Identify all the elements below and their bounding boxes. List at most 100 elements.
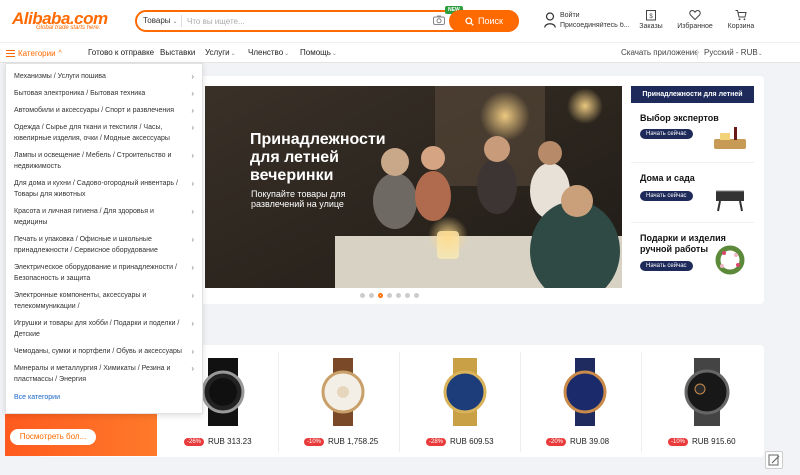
discount-badge: -10% (304, 438, 325, 446)
category-item[interactable]: Лампы и освещение / Мебель / Строительст… (6, 147, 202, 175)
get-app-link[interactable]: Скачать приложение (621, 48, 699, 57)
carousel-dot[interactable] (387, 293, 392, 298)
expert-choice-tile[interactable]: Выбор экспертов Начать сейчас (631, 103, 754, 163)
product-price: RUB 313.23 (208, 437, 252, 446)
all-categories-link[interactable]: Все категории (6, 388, 202, 407)
divider (641, 352, 642, 452)
chevron-right-icon: › (191, 151, 194, 160)
category-item[interactable]: Чемоданы, сумки и портфели / Обувь и акс… (6, 343, 202, 360)
nav-help[interactable]: Помощь⌄ (300, 48, 337, 57)
watch-image (321, 358, 365, 426)
orders-link[interactable]: $ Заказы (631, 9, 671, 30)
product-card[interactable]: -28% RUB 609.53 (410, 352, 520, 456)
category-item[interactable]: Минералы и металлургия / Химикаты / Рези… (6, 360, 202, 388)
category-dropdown: Механизмы / Услуги пошива › Бытовая элект… (5, 63, 203, 414)
carousel-dot-active[interactable] (378, 293, 383, 298)
cart-link[interactable]: Корзина (721, 9, 761, 30)
product-price: RUB 39.08 (570, 437, 610, 446)
nav-trade-shows[interactable]: Выставки (160, 48, 195, 57)
category-item[interactable]: Автомобили и аксессуары / Спорт и развле… (6, 102, 202, 119)
start-now-button[interactable]: Начать сейчас (640, 191, 693, 201)
logo-tagline: Global trade starts here. (36, 25, 101, 31)
product-card[interactable]: -10% RUB 915.60 (652, 352, 762, 456)
nav-services[interactable]: Услуги⌄ (205, 48, 236, 57)
svg-text:$: $ (649, 14, 653, 20)
categories-button[interactable]: Категории ^ (6, 43, 76, 64)
join-label: Присоединяйтесь б... (560, 22, 630, 29)
start-now-button[interactable]: Начать сейчас (640, 261, 693, 271)
discount-badge: -10% (668, 438, 689, 446)
product-price: RUB 915.60 (692, 437, 736, 446)
orders-label: Заказы (639, 23, 663, 30)
cart-label: Корзина (727, 23, 755, 30)
signin-label: Войти (560, 12, 580, 19)
chevron-right-icon: › (191, 319, 194, 328)
favorites-link[interactable]: Избранное (675, 9, 715, 30)
discount-badge: -26% (184, 438, 205, 446)
start-now-button[interactable]: Начать сейчас (640, 129, 693, 139)
search-category-select[interactable]: Товары ⌄ (143, 16, 178, 25)
feedback-icon[interactable] (765, 451, 783, 469)
chevron-right-icon: › (191, 347, 194, 356)
product-card[interactable]: -10% RUB 1,758.25 (288, 352, 398, 456)
orders-icon: $ (646, 10, 656, 21)
edit-icon (768, 454, 780, 466)
chevron-right-icon: › (191, 364, 194, 373)
category-item[interactable]: Игрушки и товары для хобби / Подарки и п… (6, 315, 202, 343)
search-bar: Товары⌄ NEW Поиск (135, 6, 519, 32)
carousel-dot[interactable] (396, 293, 401, 298)
view-more-button[interactable]: Посмотреть бол... (10, 429, 96, 445)
divider (278, 352, 279, 452)
user-icon (544, 12, 556, 28)
language-currency-select[interactable]: Русский - RUB⌄ (704, 48, 763, 57)
favorites-label: Избранное (677, 23, 713, 30)
cart-icon (735, 10, 747, 21)
chevron-right-icon: › (191, 207, 194, 216)
search-input[interactable] (187, 14, 427, 28)
categories-label: Категории (18, 49, 56, 58)
wreath-image (715, 245, 745, 275)
heart-icon (689, 9, 701, 21)
panel-header: Принадлежности для летней (631, 86, 754, 103)
banner-subtitle: Покупайте товары для развлечений на улиц… (251, 189, 346, 209)
category-item[interactable]: Одежда / Сырье для ткани и текстиля / Ча… (6, 119, 202, 147)
chevron-right-icon: › (191, 263, 194, 272)
camera-icon[interactable] (433, 15, 445, 25)
header: Alibaba.com Global trade starts here. То… (0, 0, 800, 42)
category-item[interactable]: Электрическое оборудование и принадлежно… (6, 259, 202, 287)
nav-ready-to-ship[interactable]: Готово к отправке (88, 48, 154, 57)
nav-membership[interactable]: Членство⌄ (248, 48, 289, 57)
discount-badge: -28% (426, 438, 447, 446)
chevron-right-icon: › (191, 106, 194, 115)
chevron-right-icon: › (191, 235, 194, 244)
carousel-dots (360, 293, 419, 298)
chevron-right-icon: › (191, 72, 194, 81)
carousel-dot[interactable] (414, 293, 419, 298)
alibaba-logo[interactable]: Alibaba.com Global trade starts here. (12, 7, 112, 35)
nav-bar: Категории ^ Готово к отправке Выставки У… (0, 42, 800, 63)
search-icon (465, 16, 474, 26)
divider (520, 352, 521, 452)
carousel-dot[interactable] (360, 293, 365, 298)
hero-banner[interactable]: Принадлежности для летней вечеринки Поку… (205, 86, 622, 288)
carousel-dot[interactable] (369, 293, 374, 298)
grill-image (716, 190, 744, 212)
category-item[interactable]: Бытовая электроника / Бытовая техника › (6, 85, 202, 102)
party-photo (205, 86, 622, 288)
category-item[interactable]: Электронные компоненты, аксессуары и тел… (6, 287, 202, 315)
carousel-dot[interactable] (405, 293, 410, 298)
watch-image (443, 358, 487, 426)
gifts-crafts-tile[interactable]: Подарки и изделия ручной работы Начать с… (631, 223, 754, 283)
search-button[interactable]: Поиск (449, 10, 519, 32)
product-card[interactable]: -20% RUB 39.08 (530, 352, 640, 456)
chevron-right-icon: › (191, 89, 194, 98)
product-price: RUB 609.53 (450, 437, 494, 446)
watch-image (684, 358, 730, 426)
signin-link[interactable]: Войти Присоединяйтесь б... (544, 10, 634, 34)
category-item[interactable]: Печать и упаковка / Офисные и школьные п… (6, 231, 202, 259)
category-item[interactable]: Механизмы / Услуги пошива › (6, 68, 202, 85)
chevron-right-icon: › (191, 291, 194, 300)
category-item[interactable]: Для дома и кухни / Садово-огородный инве… (6, 175, 202, 203)
home-garden-tile[interactable]: Дома и сада Начать сейчас (631, 163, 754, 223)
category-item[interactable]: Красота и личная гигиена / Для здоровья … (6, 203, 202, 231)
